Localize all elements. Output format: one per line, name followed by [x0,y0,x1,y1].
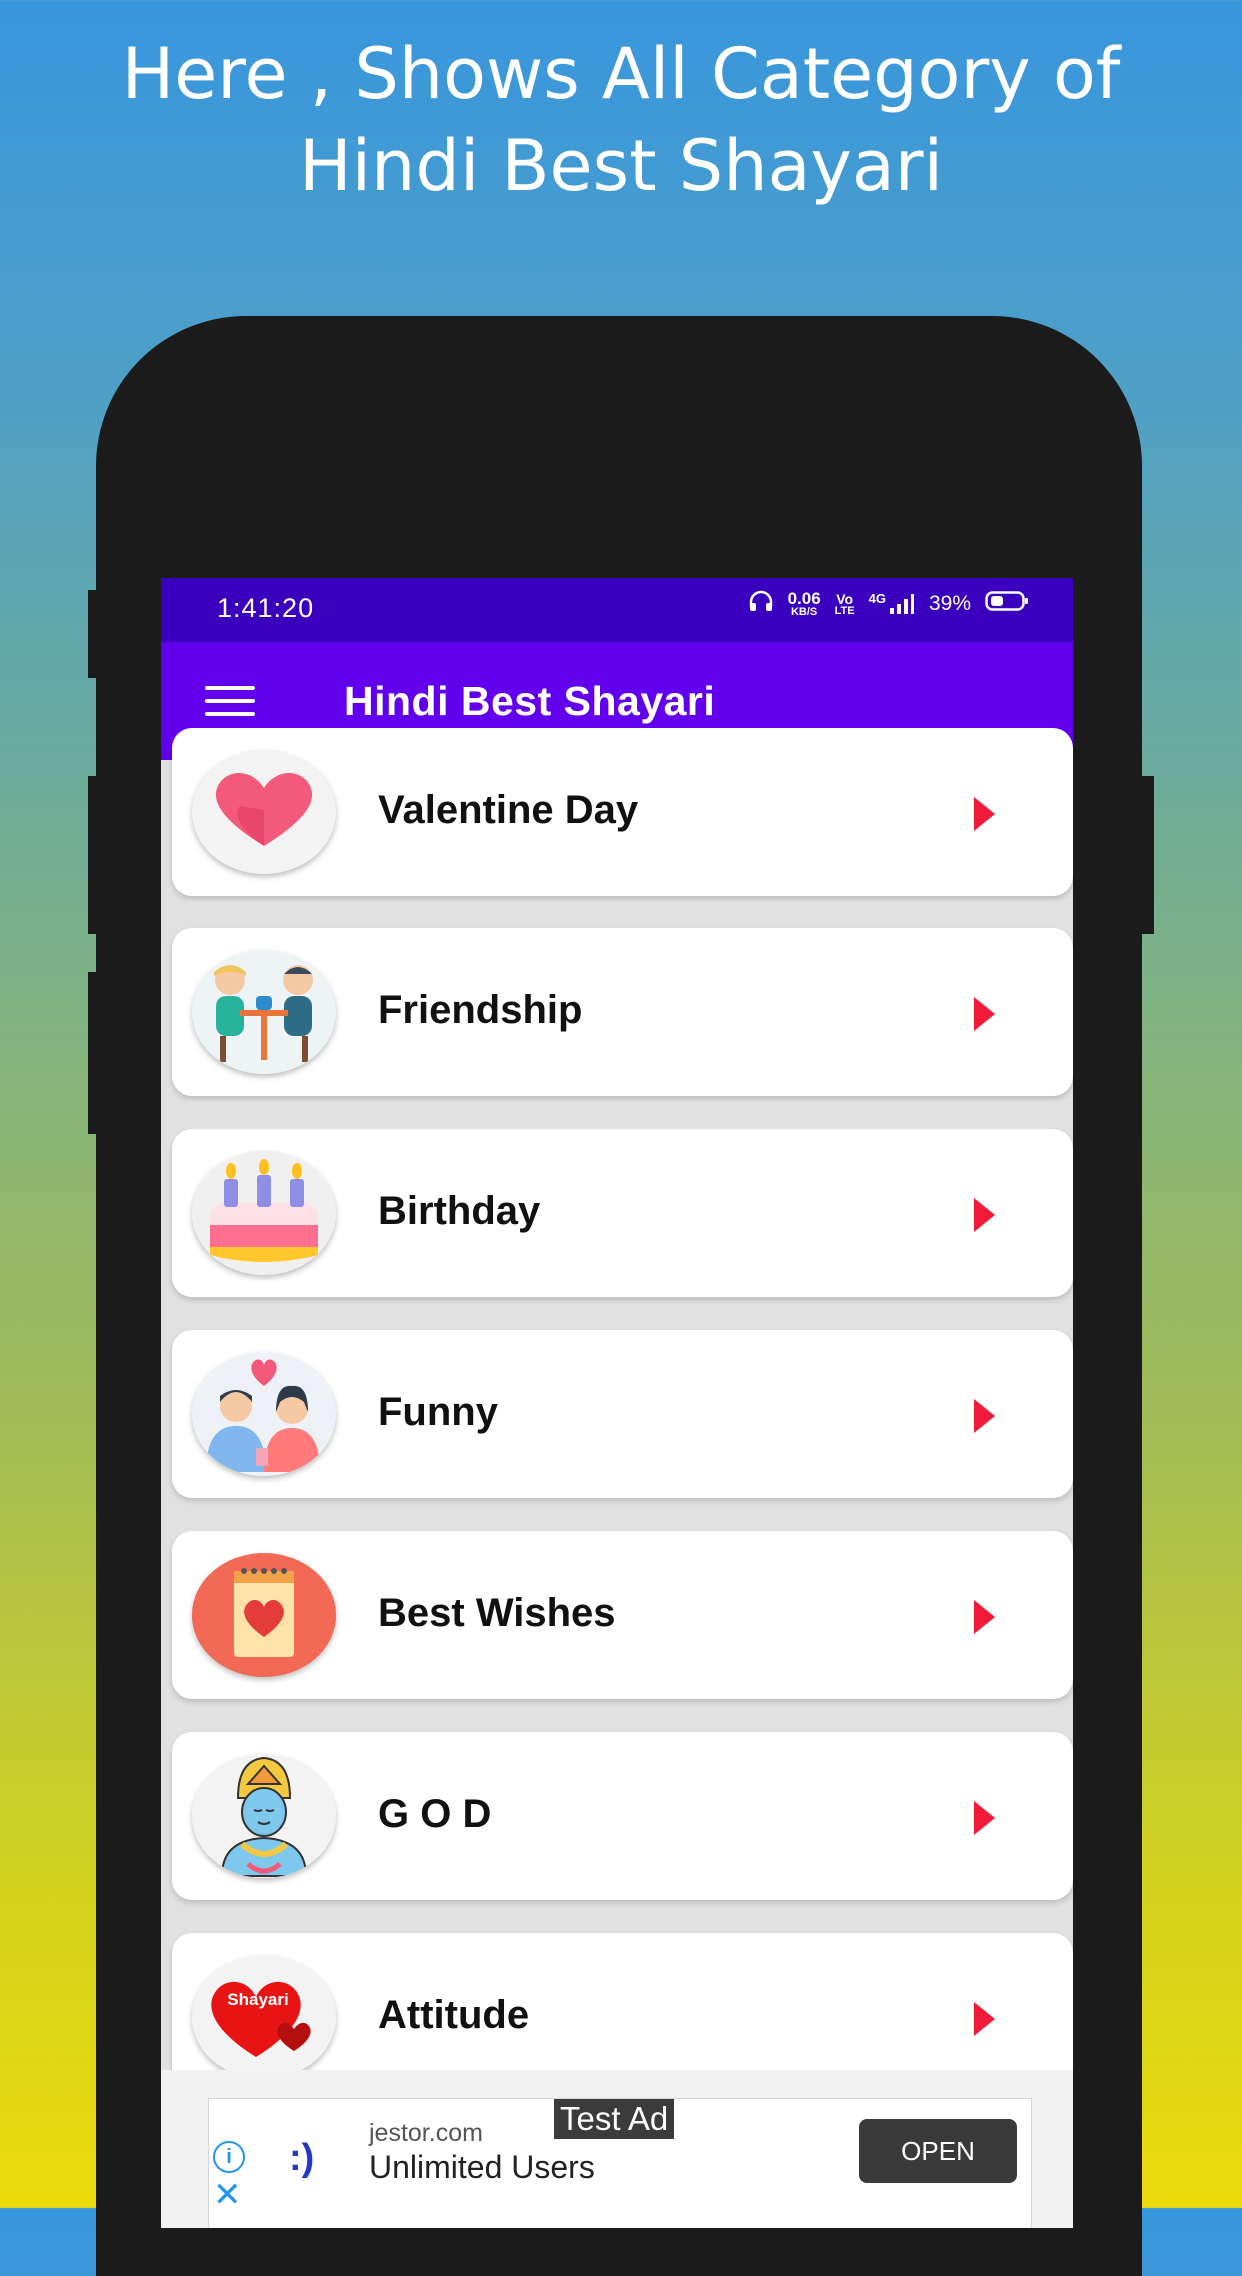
promo-headline-line-2: Hindi Best Shayari [298,125,944,207]
category-card-funny[interactable]: Funny [172,1330,1073,1498]
play-arrow-icon [974,797,995,831]
network-speed-value: 0.06 [787,589,821,608]
category-card-birthday[interactable]: Birthday [172,1129,1073,1297]
network-speed: 0.06 KB/S [788,590,821,618]
friendship-icon [192,950,336,1074]
phone-side-button-left-3 [88,972,100,1134]
ad-area: Test Ad i ✕ :) jestor.com Unlimited User… [161,2070,1073,2228]
headphones-icon [748,590,774,618]
category-card-best-wishes[interactable]: Best Wishes [172,1531,1073,1699]
funny-couple-icon [192,1352,336,1476]
category-label: Friendship [378,988,583,1032]
signal-icon: 4G [868,591,915,615]
play-arrow-icon [974,1801,995,1835]
phone-screen: 1:41:20 0.06 KB/S Vo LTE 4G 39% Hindi Be… [161,578,1073,2228]
ad-open-button[interactable]: OPEN [859,2119,1017,2183]
status-bar: 1:41:20 0.06 KB/S Vo LTE 4G 39% [161,578,1073,642]
battery-icon [985,590,1029,618]
phone-side-button-right [1142,776,1154,934]
category-card-god[interactable]: G O D [172,1732,1073,1900]
hamburger-menu-icon[interactable] [205,686,255,718]
attitude-icon-text: Shayari [227,1990,288,2009]
category-label: Valentine Day [378,788,639,832]
category-label: Attitude [378,1993,530,2037]
promo-headline-line-1: Here , Shows All Category of [121,33,1121,115]
promo-headline: Here , Shows All Category of Hindi Best … [0,28,1242,212]
status-time: 1:41:20 [217,593,315,623]
ad-close-icon[interactable]: ✕ [213,2175,242,2215]
ad-info-icon[interactable]: i [213,2141,245,2173]
attitude-shayari-icon: Shayari [192,1955,336,2079]
network-speed-unit: KB/S [790,606,818,618]
god-icon [192,1754,336,1878]
best-wishes-icon [192,1553,336,1677]
category-label: Best Wishes [378,1591,616,1635]
category-card-valentine-day[interactable]: Valentine Day [172,728,1073,896]
category-label: Birthday [378,1189,541,1233]
test-ad-tag: Test Ad [554,2099,675,2139]
category-label: Funny [378,1390,498,1434]
network-type: 4G [868,591,886,606]
ad-headline: Unlimited Users [369,2149,595,2185]
battery-percent: 39% [928,592,971,615]
phone-side-button-left-2 [88,776,100,934]
ad-banner[interactable]: Test Ad i ✕ :) jestor.com Unlimited User… [208,2098,1032,2228]
app-title: Hindi Best Shayari [344,678,716,724]
category-card-friendship[interactable]: Friendship [172,928,1073,1096]
play-arrow-icon [974,997,995,1031]
play-arrow-icon [974,1600,995,1634]
ad-domain: jestor.com [369,2119,483,2147]
volte-indicator: Vo LTE [835,592,855,617]
advertiser-logo: :) [289,2137,315,2179]
category-label: G O D [378,1792,492,1836]
play-arrow-icon [974,2002,995,2036]
valentine-heart-icon [192,750,336,874]
volte-bottom: LTE [834,604,855,617]
status-indicators: 0.06 KB/S Vo LTE 4G 39% [748,590,1029,618]
play-arrow-icon [974,1399,995,1433]
volte-top: Vo [836,590,854,607]
phone-side-button-left-1 [88,590,100,678]
play-arrow-icon [974,1198,995,1232]
birthday-cake-icon [192,1151,336,1275]
